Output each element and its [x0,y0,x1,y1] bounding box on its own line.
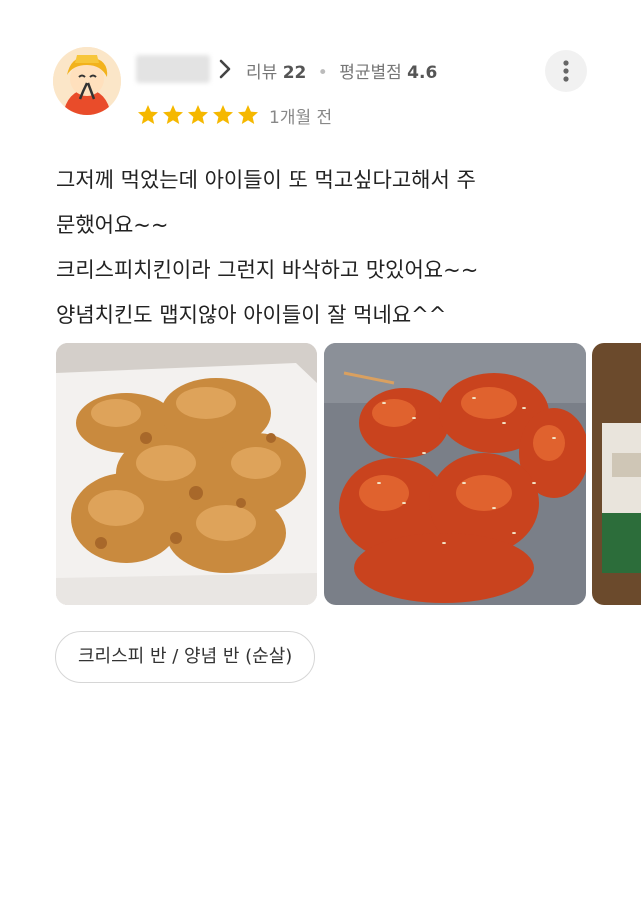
star-icon [188,105,208,124]
avg-rating-label: 평균별점 [339,63,402,83]
avatar-image [53,47,121,115]
photo-carousel[interactable] [56,343,641,605]
review-count-label: 리뷰 [246,63,278,83]
review-text-line: 그저께 먹었는데 아이들이 또 먹고싶다고해서 주 [56,168,476,192]
photo-third-partial[interactable] [592,343,641,605]
menu-tag-chip[interactable]: 크리스피 반 / 양념 반 (순살) [55,631,316,683]
review-text: 그저께 먹었는데 아이들이 또 먹고싶다고해서 주문했어요~~ 크리스피치킨이라 … [56,158,596,338]
review-text-line: 크리스피치킨이라 그런지 바삭하고 맛있어요~~ [56,258,479,282]
star-icon [138,105,158,124]
reviewer-stats: 리뷰 22 • 평균별점 4.6 [246,58,437,83]
review-count: 22 [282,63,307,83]
chevron-right-icon[interactable] [218,58,232,80]
avg-rating: 4.6 [407,63,438,83]
photo-crispy-chicken[interactable] [56,343,317,605]
separator-dot: • [317,63,328,83]
more-vertical-icon [563,60,569,82]
photo-yangnyeom-chicken[interactable] [324,343,586,605]
review-text-line: 양념치킨도 맵지않아 아이들이 잘 먹네요^^ [56,303,447,327]
star-icon [163,105,183,124]
review-text-line: 문했어요~~ [56,213,169,237]
more-options-button[interactable] [545,50,587,92]
review-date: 1개월 전 [269,108,333,128]
star-icon [238,105,258,124]
star-icon [213,105,233,124]
reviewer-name-blurred[interactable] [136,55,210,83]
star-rating [136,103,260,127]
avatar[interactable] [53,47,121,115]
